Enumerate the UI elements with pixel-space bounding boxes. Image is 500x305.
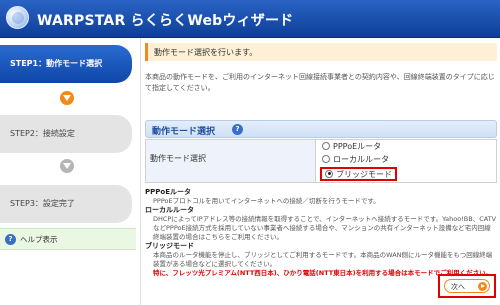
term-local-router: ローカルルータ xyxy=(145,206,194,214)
help-icon: ? xyxy=(5,234,16,245)
step-arrow-down-icon xyxy=(60,159,74,173)
radio-local-router[interactable]: ローカルルータ xyxy=(322,154,389,166)
term-pppoe-router-text: PPPoEプロトコルを用いてインターネットへの接続／切断を行うモードです。 xyxy=(153,197,380,205)
term-bridge-mode: ブリッジモード xyxy=(145,242,194,250)
next-button-label: 次へ xyxy=(451,283,465,291)
help-toggle[interactable]: ? ヘルプ表示 xyxy=(0,228,136,250)
mode-explanations: PPPoEルータ PPPoEプロトコルを用いてインターネットへの接続／切断を行う… xyxy=(145,188,497,278)
radio-button-checked-icon[interactable] xyxy=(325,169,333,178)
step-2-item: STEP2：接続設定 xyxy=(0,115,132,153)
step-arrow-down-icon xyxy=(60,91,74,105)
step-1-item: STEP1：動作モード選択 xyxy=(0,45,132,83)
app-title: WARPSTAR らくらくWebウィザード xyxy=(37,13,294,29)
radio-label: PPPoEルータ xyxy=(333,142,382,151)
description-text: 本商品の動作モードを、ご利用のインターネット回線接続事業者との契約内容や、回線終… xyxy=(145,73,495,92)
help-label: ヘルプ表示 xyxy=(20,235,58,244)
radio-bridge-mode[interactable]: ブリッジモード xyxy=(320,167,397,181)
section-header: 動作モード選択 ? xyxy=(145,120,497,138)
next-button-highlight: 次へ xyxy=(438,274,496,298)
main-panel: 動作モード選択を行います。 本商品の動作モードを、ご利用のインターネット回線接続… xyxy=(140,38,500,305)
term-bridge-mode-text: 本商品のルータ機能を停止し、ブリッジとしてご利用するモードです。本商品のWAN側… xyxy=(153,251,493,268)
radio-label: ブリッジモード xyxy=(336,170,392,179)
radio-pppoe-router[interactable]: PPPoEルータ xyxy=(322,141,381,153)
app-header: WARPSTAR らくらくWebウィザード xyxy=(0,0,500,38)
term-pppoe-router: PPPoEルータ xyxy=(145,188,191,196)
mode-form-label: 動作モード選択 xyxy=(150,154,206,163)
radio-button-icon[interactable] xyxy=(322,141,330,150)
task-text: 動作モード選択を行います。 xyxy=(154,48,258,57)
radio-button-icon[interactable] xyxy=(322,154,330,163)
task-banner: 動作モード選択を行います。 xyxy=(145,43,497,61)
arrow-right-icon xyxy=(478,282,487,291)
next-button[interactable]: 次へ xyxy=(444,279,490,293)
warpstar-logo-icon xyxy=(6,6,29,29)
radio-label: ローカルルータ xyxy=(333,155,389,164)
mode-form-label-cell: 動作モード選択 xyxy=(146,140,316,182)
section-help-icon[interactable]: ? xyxy=(232,124,243,135)
step-3-item: STEP3：設定完了 xyxy=(0,185,132,223)
wizard-sidebar: STEP1：動作モード選択 STEP2：接続設定 STEP3：設定完了 ? ヘル… xyxy=(0,38,140,305)
term-local-router-text: DHCPによってIPアドレス等の接続情報を取得することで、インターネットへ接続す… xyxy=(153,215,497,241)
mode-form: 動作モード選択 PPPoEルータ ローカルルータ ブリッジモード xyxy=(145,139,497,183)
section-title: 動作モード選択 xyxy=(152,127,216,137)
